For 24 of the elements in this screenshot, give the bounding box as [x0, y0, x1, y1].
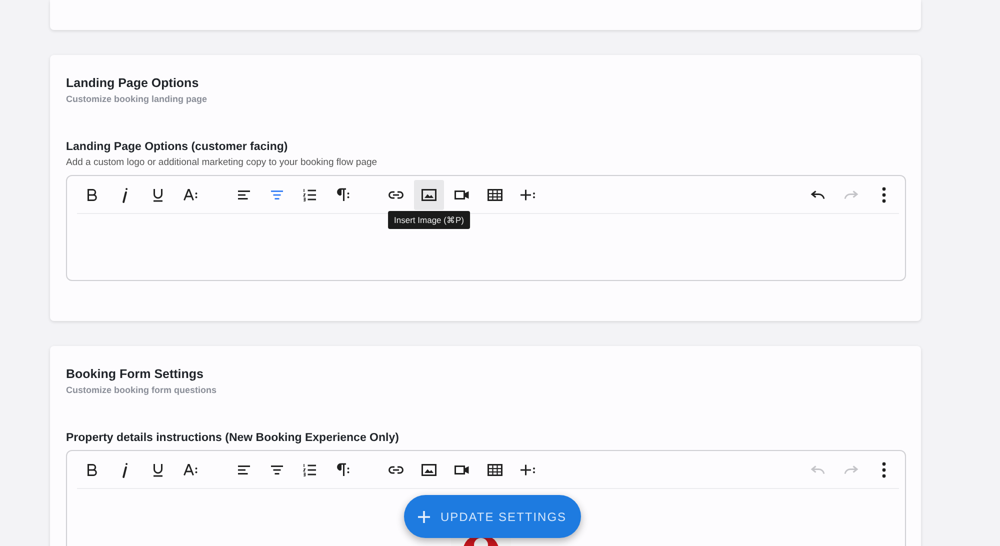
paragraph-icon [334, 186, 352, 204]
rich-text-editor[interactable]: Insert Image (⌘P) [66, 175, 906, 281]
section-subtitle: Customize booking form questions [66, 385, 218, 395]
numbered-list-icon [301, 461, 319, 479]
table-icon [486, 186, 504, 204]
more-icon [882, 187, 886, 203]
plus-icon [418, 510, 430, 522]
italic-icon [122, 188, 128, 202]
image-button[interactable] [414, 180, 444, 210]
image-icon [420, 186, 438, 204]
field-label: Landing Page Options (customer facing) [66, 141, 289, 153]
numbered-list-icon [301, 186, 319, 204]
tooltip: Insert Image (⌘P) [388, 211, 470, 229]
paragraph-icon [334, 461, 352, 479]
table-icon [486, 461, 504, 479]
section-title: Landing Page Options [66, 76, 200, 90]
field-description: Add a custom logo or additional marketing copy to your booking flow page [66, 157, 378, 168]
more-icon [882, 462, 886, 478]
rich-text-editor[interactable] [66, 450, 906, 546]
section-title: Booking Form Settings [66, 367, 204, 381]
italic-icon [122, 462, 128, 478]
field-label: Property details instructions (New Booking Experience Only) [66, 432, 400, 444]
image-icon [420, 461, 438, 479]
section-subtitle: Customize booking landing page [66, 94, 208, 104]
